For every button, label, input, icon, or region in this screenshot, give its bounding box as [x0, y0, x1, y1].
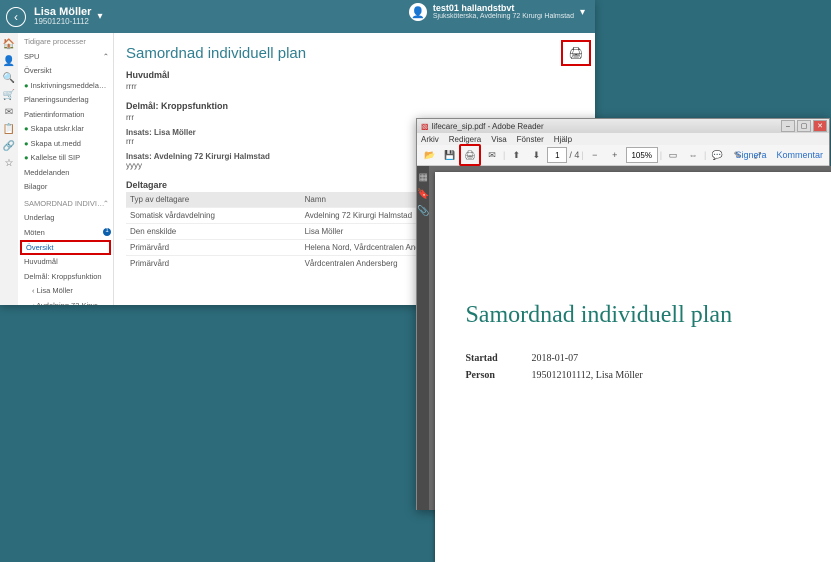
sidebar-spu[interactable]: SPU⌃: [18, 50, 113, 65]
doc-val-startad: 2018-01-07: [531, 353, 578, 364]
sidebar-item[interactable]: ●Skapa utskr.klar: [18, 122, 113, 137]
pdf-reader-window: ▧ lifecare_sip.pdf - Adobe Reader – ▢ ✕ …: [416, 118, 830, 510]
print-icon: 🖨: [568, 46, 583, 60]
sidebar-item[interactable]: Planeringsunderlag: [18, 93, 113, 108]
sidebar-item[interactable]: Möten1: [18, 226, 113, 241]
menu-redigera[interactable]: Redigera: [449, 135, 481, 144]
close-button[interactable]: ✕: [813, 120, 827, 132]
home-icon[interactable]: 🏠: [3, 39, 15, 50]
sidebar-item[interactable]: Bilagor: [18, 180, 113, 195]
check-icon: ●: [24, 81, 29, 90]
check-icon: ●: [24, 124, 29, 133]
zoom-in-icon[interactable]: +: [606, 146, 624, 164]
page-title: Samordnad individuell plan: [126, 45, 583, 62]
mail-icon[interactable]: ✉: [5, 107, 13, 118]
open-icon[interactable]: 📂: [421, 146, 439, 164]
attachments-icon[interactable]: 📎: [417, 206, 429, 217]
pdf-page: Samordnad individuell plan Startad2018-0…: [435, 172, 831, 562]
th-type: Typ av deltagare: [126, 192, 301, 208]
pdf-title: lifecare_sip.pdf - Adobe Reader: [432, 122, 544, 131]
avatar[interactable]: 👤: [409, 3, 427, 21]
doc-key-person: Person: [465, 370, 531, 381]
menu-hjalp[interactable]: Hjälp: [554, 135, 572, 144]
link-icon[interactable]: 🔗: [3, 141, 15, 152]
zoom-input[interactable]: [626, 147, 658, 163]
pdf-toolbar: 📂 💾 🖨 ✉ | ⬆ ⬇ / 4 | − + | ▭ ⇔ | 💬 ✎ ⤢ Si…: [417, 145, 829, 166]
pdf-stage[interactable]: Samordnad individuell plan Startad2018-0…: [429, 166, 831, 510]
patient-id: 19501210-1112: [34, 18, 91, 26]
chevron-up-icon: ⌃: [103, 199, 109, 210]
sidebar-item[interactable]: Översikt: [18, 64, 113, 79]
icon-rail: 🏠 👤 🔍 🛒 ✉ 📋 🔗 ☆: [0, 33, 18, 305]
sidebar-item[interactable]: Delmål: Kroppsfunktion: [18, 270, 113, 285]
fit-page-icon[interactable]: ▭: [664, 146, 682, 164]
doc-val-person: 195012101112, Lisa Möller: [531, 370, 642, 381]
save-icon[interactable]: 💾: [441, 146, 459, 164]
sidebar: Tidigare processer SPU⌃ Översikt ●Inskri…: [18, 33, 114, 305]
check-icon: ●: [24, 139, 29, 148]
badge: 1: [103, 228, 111, 236]
search-icon[interactable]: 🔍: [3, 73, 15, 84]
sidebar-subitem[interactable]: ‹ Lisa Möller: [18, 284, 113, 299]
kommentar-link[interactable]: Kommentar: [776, 150, 823, 160]
cart-icon[interactable]: 🛒: [3, 90, 15, 101]
sidebar-item[interactable]: Meddelanden: [18, 166, 113, 181]
sidebar-group[interactable]: SAMORDNAD INDIVIDUELL PLAN⌃: [18, 195, 113, 212]
bookmarks-icon[interactable]: 🔖: [417, 189, 429, 200]
page-input[interactable]: [547, 147, 567, 163]
topbar: ‹ Lisa Möller 19501210-1112 ▾ 👤 test01 h…: [0, 0, 595, 33]
zoom-out-icon[interactable]: −: [586, 146, 604, 164]
check-icon: ●: [24, 153, 29, 162]
doc-key-startad: Startad: [465, 353, 531, 364]
section-huvudmal: Huvudmål: [126, 70, 583, 80]
menu-arkiv[interactable]: Arkiv: [421, 135, 439, 144]
sidebar-item[interactable]: ●Skapa ut.medd: [18, 137, 113, 152]
paste-icon[interactable]: 📋: [3, 124, 15, 135]
pdf-titlebar[interactable]: ▧ lifecare_sip.pdf - Adobe Reader – ▢ ✕: [417, 119, 829, 133]
sidebar-item[interactable]: ●Inskrivningsmeddelande: [18, 79, 113, 94]
menu-fonster[interactable]: Fönster: [517, 135, 544, 144]
sidebar-item[interactable]: Underlag: [18, 211, 113, 226]
sidebar-subitem[interactable]: ‹ Avdelning 72 Kirurgi Halmstad: [18, 299, 113, 306]
sidebar-item-selected[interactable]: Översikt: [20, 240, 111, 255]
mail-pdf-icon[interactable]: ✉: [483, 146, 501, 164]
star-icon[interactable]: ☆: [5, 158, 14, 169]
page-down-icon[interactable]: ⬇: [527, 146, 545, 164]
comment-icon[interactable]: 💬: [708, 146, 726, 164]
fit-width-icon[interactable]: ⇔: [684, 146, 702, 164]
sidebar-item[interactable]: ●Kallelse till SIP: [18, 151, 113, 166]
pdf-app-icon: ▧: [421, 122, 429, 131]
chevron-up-icon: ⌃: [103, 52, 109, 63]
section-delmal: Delmål: Kroppsfunktion: [126, 101, 583, 111]
user-icon[interactable]: 👤: [3, 56, 15, 67]
sidebar-processes[interactable]: Tidigare processer: [18, 33, 113, 50]
huvudmal-value: rrrr: [126, 82, 583, 91]
user-role: Sjuksköterska, Avdelning 72 Kirurgi Halm…: [433, 13, 574, 20]
page-total: / 4: [569, 150, 579, 160]
doc-title: Samordnad individuell plan: [465, 302, 827, 329]
minimize-button[interactable]: –: [781, 120, 795, 132]
menu-visa[interactable]: Visa: [491, 135, 506, 144]
pdf-sidebar: ▦ 🔖 📎: [417, 166, 429, 510]
maximize-button[interactable]: ▢: [797, 120, 811, 132]
print-button[interactable]: 🖨: [561, 40, 591, 66]
patient-dropdown-icon[interactable]: ▾: [97, 11, 102, 22]
page-up-icon[interactable]: ⬆: [507, 146, 525, 164]
user-dropdown-icon[interactable]: ▾: [580, 7, 585, 18]
thumbnails-icon[interactable]: ▦: [419, 172, 428, 183]
back-button[interactable]: ‹: [6, 7, 26, 27]
sidebar-item[interactable]: Huvudmål: [18, 255, 113, 270]
user-name: test01 hallandstbvt: [433, 4, 574, 13]
signera-link[interactable]: Signera: [735, 150, 766, 160]
sidebar-item[interactable]: Patientinformation: [18, 108, 113, 123]
print-icon[interactable]: 🖨: [459, 144, 481, 166]
